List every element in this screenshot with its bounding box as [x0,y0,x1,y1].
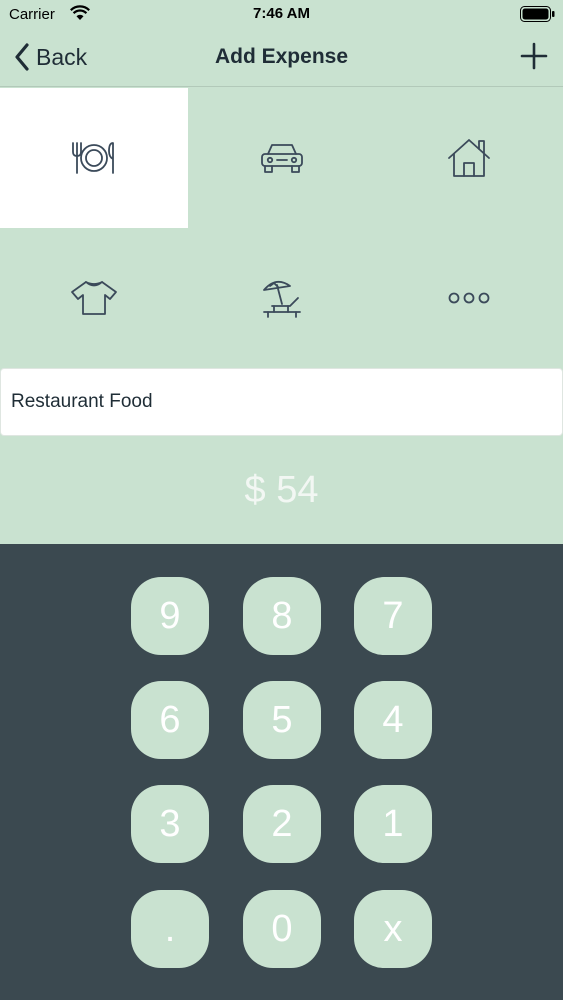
key-delete[interactable]: x [354,890,432,968]
restaurant-icon [72,142,114,174]
key-7[interactable]: 7 [354,577,432,655]
key-4[interactable]: 4 [354,681,432,759]
category-house[interactable] [375,88,563,228]
beach-icon [263,280,301,318]
expense-name-field [0,368,563,436]
status-bar: Carrier 7:46 AM [0,0,563,30]
expense-name-input[interactable] [1,369,562,435]
back-label: Back [36,43,88,70]
key-9[interactable]: 9 [131,577,209,655]
category-restaurant[interactable] [0,88,188,228]
category-car[interactable] [188,88,376,228]
house-icon [448,139,490,177]
status-time: 7:46 AM [253,5,310,22]
key-5[interactable]: 5 [243,681,321,759]
category-grid [0,88,563,368]
add-button[interactable] [519,40,549,72]
car-icon [261,144,303,173]
numeric-keypad: 9 8 7 6 5 4 3 2 1 . 0 x [0,544,563,1000]
category-clothing[interactable] [0,228,188,368]
amount-display: $ 54 [244,468,319,511]
shirt-icon [71,281,117,315]
key-1[interactable]: 1 [354,785,432,863]
key-3[interactable]: 3 [131,785,209,863]
chevron-left-icon [15,43,29,71]
key-decimal[interactable]: . [131,890,209,968]
back-button[interactable]: Back [14,42,87,72]
category-more[interactable] [375,228,563,368]
key-2[interactable]: 2 [243,785,321,863]
battery-icon [520,6,555,22]
plus-icon [520,42,548,70]
navigation-bar: Back Add Expense [0,30,563,87]
more-icon [448,292,490,304]
key-8[interactable]: 8 [243,577,321,655]
key-0[interactable]: 0 [243,890,321,968]
key-6[interactable]: 6 [131,681,209,759]
category-leisure[interactable] [188,228,376,368]
